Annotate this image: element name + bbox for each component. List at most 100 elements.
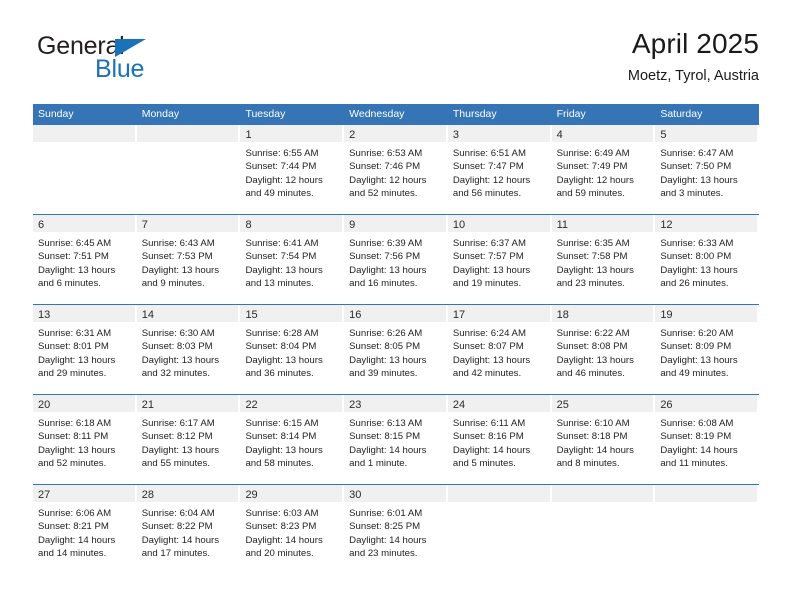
day-cell-19[interactable]: 19 Sunrise: 6:20 AM Sunset: 8:09 PM Dayligh… [655,305,760,394]
day-cell-30[interactable]: 30 Sunrise: 6:01 AM Sunset: 8:25 PM Dayligh… [344,485,448,574]
day-cell-7[interactable]: 7 Sunrise: 6:43 AM Sunset: 7:53 PM Daylight… [136,215,241,304]
daylight-text: Daylight: 13 hours [660,354,738,366]
day-cell-24[interactable]: 24 Sunrise: 6:11 AM Sunset: 8:16 PM Dayligh… [447,395,552,484]
logo-word-blue: Blue [95,55,145,83]
sunset-text: Sunset: 8:07 PM [452,341,524,353]
day-number: 1 [245,129,252,141]
general-blue-logo[interactable]: General Blue [37,34,237,94]
day-cell-13[interactable]: 13 Sunrise: 6:31 AM Sunset: 8:01 PM Dayligh… [33,305,137,394]
daylight-text: Daylight: 12 hours [556,174,634,186]
sunset-text: Sunset: 7:44 PM [245,161,317,173]
day-details: Sunrise: 6:13 AM Sunset: 8:15 PM Daylight:… [344,412,446,471]
sunrise-text: Sunrise: 6:33 AM [660,238,734,249]
day-details: Sunrise: 6:33 AM Sunset: 8:00 PM Daylight:… [655,232,757,291]
day-details [552,502,654,507]
day-number: 15 [245,309,258,321]
day-details [448,502,550,507]
day-cell-15[interactable]: 15 Sunrise: 6:28 AM Sunset: 8:04 PM Dayligh… [240,305,345,394]
day-cell-22[interactable]: 22 Sunrise: 6:15 AM Sunset: 8:14 PM Dayligh… [240,395,345,484]
day-cell-12[interactable]: 12 Sunrise: 6:33 AM Sunset: 8:00 PM Dayligh… [655,215,760,304]
day-number: 21 [141,399,154,411]
day-cell-14[interactable]: 14 Sunrise: 6:30 AM Sunset: 8:03 PM Dayligh… [136,305,241,394]
sunrise-text: Sunrise: 6:28 AM [245,328,319,339]
sunset-text: Sunset: 8:04 PM [245,341,317,353]
day-cell-28[interactable]: 28 Sunrise: 6:04 AM Sunset: 8:22 PM Dayligh… [136,485,241,574]
sunrise-text: Sunrise: 6:51 AM [452,148,526,159]
day-number: 25 [556,399,569,411]
day-number: 17 [452,309,466,321]
daylight-text: Daylight: 14 hours [556,444,634,456]
day-cell-20[interactable]: 20 Sunrise: 6:18 AM Sunset: 8:11 PM Dayligh… [33,395,137,484]
day-number-band: 17 [447,305,550,322]
day-number-band: 1 [240,125,343,142]
day-number-band: 4 [551,125,654,142]
day-number-band: 10 [447,215,550,232]
day-details: Sunrise: 6:30 AM Sunset: 8:03 PM Daylight:… [137,322,239,381]
weekday-header-sunday: Sunday [38,108,74,120]
day-number-band: 30 [344,485,446,502]
calendar-week-row: 6 Sunrise: 6:45 AM Sunset: 7:51 PM Daylight… [33,214,760,304]
day-cell-empty [655,485,760,574]
day-number: 11 [556,219,569,231]
daylight-text: and 59 minutes. [556,188,625,200]
day-details: Sunrise: 6:37 AM Sunset: 7:57 PM Daylight:… [448,232,550,291]
day-cell-3[interactable]: 3 Sunrise: 6:51 AM Sunset: 7:47 PM Daylight… [447,125,552,214]
sunset-text: Sunset: 8:09 PM [660,341,732,353]
sunrise-text: Sunrise: 6:43 AM [141,238,215,249]
day-cell-2[interactable]: 2 Sunrise: 6:53 AM Sunset: 7:46 PM Daylight… [344,125,448,214]
day-number-band: 16 [344,305,446,322]
sunset-text: Sunset: 8:25 PM [349,521,421,533]
daylight-text: and 55 minutes. [141,458,210,470]
daylight-text: Daylight: 12 hours [349,174,427,186]
day-cell-23[interactable]: 23 Sunrise: 6:13 AM Sunset: 8:15 PM Dayligh… [344,395,448,484]
day-cell-29[interactable]: 29 Sunrise: 6:03 AM Sunset: 8:23 PM Dayligh… [240,485,345,574]
day-number-band: 14 [136,305,239,322]
page-header: General Blue April 2025 Moetz, Tyrol, Au… [33,28,759,94]
day-cell-8[interactable]: 8 Sunrise: 6:41 AM Sunset: 7:54 PM Daylight… [240,215,345,304]
day-details: Sunrise: 6:20 AM Sunset: 8:09 PM Daylight:… [655,322,757,381]
daylight-text: and 58 minutes. [245,458,314,470]
daylight-text: and 6 minutes. [38,278,101,290]
day-number-band: 22 [240,395,343,412]
day-number: 29 [245,489,258,501]
day-details [137,142,239,147]
day-cell-25[interactable]: 25 Sunrise: 6:10 AM Sunset: 8:18 PM Dayligh… [551,395,656,484]
day-details: Sunrise: 6:24 AM Sunset: 8:07 PM Daylight:… [448,322,550,381]
day-cell-26[interactable]: 26 Sunrise: 6:08 AM Sunset: 8:19 PM Dayligh… [655,395,760,484]
day-cell-21[interactable]: 21 Sunrise: 6:17 AM Sunset: 8:12 PM Dayligh… [136,395,241,484]
sunrise-text: Sunrise: 6:13 AM [349,418,423,429]
daylight-text: Daylight: 12 hours [452,174,531,186]
day-cell-4[interactable]: 4 Sunrise: 6:49 AM Sunset: 7:49 PM Daylight… [551,125,656,214]
day-details: Sunrise: 6:45 AM Sunset: 7:51 PM Daylight:… [33,232,135,291]
day-cell-5[interactable]: 5 Sunrise: 6:47 AM Sunset: 7:50 PM Daylight… [655,125,760,214]
sunset-text: Sunset: 7:46 PM [349,161,421,173]
day-cell-27[interactable]: 27 Sunrise: 6:06 AM Sunset: 8:21 PM Dayligh… [33,485,137,574]
calendar-week-row: 20 Sunrise: 6:18 AM Sunset: 8:11 PM Dayligh… [33,394,760,484]
daylight-text: and 42 minutes. [452,368,522,380]
day-details: Sunrise: 6:51 AM Sunset: 7:47 PM Daylight:… [448,142,550,201]
page-subtitle: Moetz, Tyrol, Austria [627,68,759,85]
daylight-text: and 46 minutes. [556,368,625,380]
calendar-grid: Sunday Monday Tuesday Wednesday Thursday Frid… [33,104,760,574]
day-cell-16[interactable]: 16 Sunrise: 6:26 AM Sunset: 8:05 PM Dayligh… [344,305,448,394]
day-number: 10 [452,219,466,231]
day-cell-6[interactable]: 6 Sunrise: 6:45 AM Sunset: 7:51 PM Daylight… [33,215,137,304]
day-details: Sunrise: 6:01 AM Sunset: 8:25 PM Daylight:… [344,502,446,561]
day-cell-1[interactable]: 1 Sunrise: 6:55 AM Sunset: 7:44 PM Daylight… [240,125,345,214]
daylight-text: and 52 minutes. [349,188,418,200]
day-cell-9[interactable]: 9 Sunrise: 6:39 AM Sunset: 7:56 PM Daylight… [344,215,448,304]
weekday-header-friday: Friday [556,108,586,120]
day-cell-18[interactable]: 18 Sunrise: 6:22 AM Sunset: 8:08 PM Dayligh… [551,305,656,394]
day-details: Sunrise: 6:22 AM Sunset: 8:08 PM Daylight:… [552,322,654,381]
weekday-header-saturday: Saturday [660,108,703,120]
daylight-text: and 29 minutes. [38,368,107,380]
day-number: 7 [141,219,148,231]
day-number-band: 29 [240,485,343,502]
sunrise-text: Sunrise: 6:45 AM [38,238,112,249]
sunrise-text: Sunrise: 6:03 AM [245,508,319,519]
day-cell-10[interactable]: 10 Sunrise: 6:37 AM Sunset: 7:57 PM Dayligh… [447,215,552,304]
day-cell-11[interactable]: 11 Sunrise: 6:35 AM Sunset: 7:58 PM Dayligh… [551,215,656,304]
day-number-band: 27 [33,485,135,502]
daylight-text: Daylight: 14 hours [660,444,738,456]
day-cell-17[interactable]: 17 Sunrise: 6:24 AM Sunset: 8:07 PM Dayligh… [447,305,552,394]
